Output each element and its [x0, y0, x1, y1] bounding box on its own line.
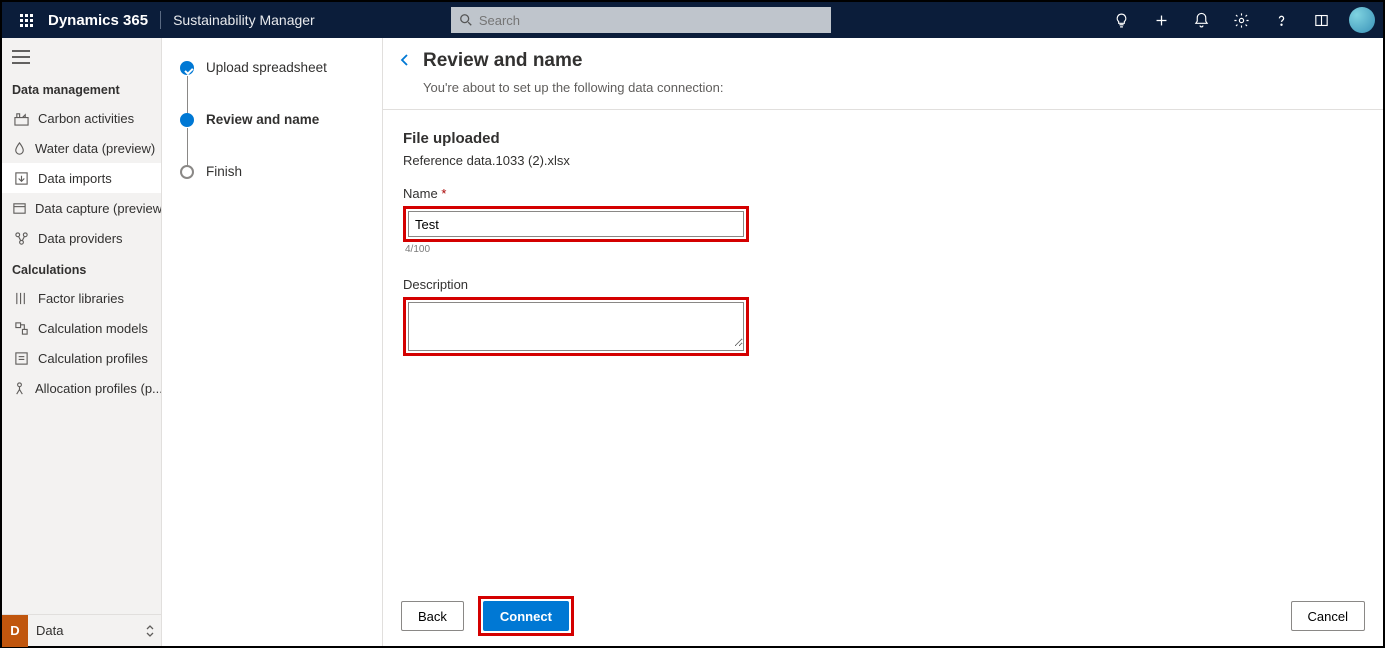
description-field: Description: [403, 277, 1363, 356]
step-label: Upload spreadsheet: [206, 60, 327, 75]
sidebar-item-water-data[interactable]: Water data (preview): [2, 133, 161, 163]
area-switcher[interactable]: D Data: [2, 614, 161, 646]
step-dot-current-icon: [180, 113, 194, 127]
back-arrow-icon[interactable]: [397, 52, 413, 71]
brand-name: Dynamics 365: [48, 12, 148, 29]
sidebar-item-label: Data capture (preview): [35, 201, 161, 216]
allocation-icon: [12, 381, 27, 396]
step-review-and-name[interactable]: Review and name: [180, 112, 366, 164]
step-dot-done-icon: [180, 61, 194, 75]
search-icon: [459, 13, 473, 27]
panel-icon[interactable]: [1303, 2, 1339, 38]
sidebar-item-label: Allocation profiles (p...: [35, 381, 161, 396]
sidebar: Data management Carbon activities Water …: [2, 38, 162, 646]
description-highlight: [403, 297, 749, 356]
gear-icon[interactable]: [1223, 2, 1259, 38]
page-subtitle: You're about to set up the following dat…: [397, 80, 1363, 95]
library-icon: [12, 291, 30, 306]
uploaded-filename: Reference data.1033 (2).xlsx: [403, 153, 1363, 168]
form-area: File uploaded Reference data.1033 (2).xl…: [383, 110, 1383, 398]
sidebar-item-data-providers[interactable]: Data providers: [2, 223, 161, 253]
sidebar-item-data-imports[interactable]: Data imports: [2, 163, 161, 193]
sidebar-item-label: Water data (preview): [35, 141, 155, 156]
nav-group-calculations: Calculations: [2, 253, 161, 283]
add-icon[interactable]: [1143, 2, 1179, 38]
sidebar-item-calc-models[interactable]: Calculation models: [2, 313, 161, 343]
page-title: Review and name: [423, 50, 582, 72]
name-highlight: [403, 206, 749, 242]
sidebar-item-carbon-activities[interactable]: Carbon activities: [2, 103, 161, 133]
step-label: Finish: [206, 164, 242, 179]
footer: Back Connect Cancel: [383, 586, 1383, 646]
sidebar-item-label: Data imports: [38, 171, 112, 186]
sidebar-item-label: Factor libraries: [38, 291, 124, 306]
nav-group-data-management: Data management: [2, 73, 161, 103]
description-input[interactable]: [409, 303, 743, 347]
area-name: Data: [28, 623, 145, 638]
topbar: Dynamics 365 Sustainability Manager: [2, 2, 1383, 38]
profile-icon: [12, 351, 30, 366]
connect-highlight: Connect: [478, 596, 574, 636]
providers-icon: [12, 231, 30, 246]
name-label: Name *: [403, 186, 1363, 201]
step-dot-pending-icon: [180, 165, 194, 179]
water-icon: [12, 141, 27, 156]
sidebar-item-label: Calculation profiles: [38, 351, 148, 366]
help-icon[interactable]: [1263, 2, 1299, 38]
module-name: Sustainability Manager: [173, 12, 315, 28]
description-label: Description: [403, 277, 1363, 292]
name-input[interactable]: [409, 212, 743, 236]
sidebar-item-factor-libraries[interactable]: Factor libraries: [2, 283, 161, 313]
hamburger-icon[interactable]: [2, 44, 161, 73]
search-input[interactable]: [479, 13, 823, 28]
sidebar-item-allocation-profiles[interactable]: Allocation profiles (p...: [2, 373, 161, 403]
capture-icon: [12, 201, 27, 216]
name-field: Name * 4/100: [403, 186, 1363, 255]
back-button[interactable]: Back: [401, 601, 464, 631]
sidebar-item-data-capture[interactable]: Data capture (preview): [2, 193, 161, 223]
top-icons: [1103, 2, 1375, 38]
bell-icon[interactable]: [1183, 2, 1219, 38]
app-launcher-icon[interactable]: [10, 4, 42, 36]
cancel-button[interactable]: Cancel: [1291, 601, 1365, 631]
name-char-count: 4/100: [403, 244, 1363, 255]
factory-icon: [12, 111, 30, 126]
chevron-updown-icon: [145, 625, 161, 637]
avatar[interactable]: [1349, 7, 1375, 33]
model-icon: [12, 321, 30, 336]
divider: [160, 11, 161, 29]
main-header: Review and name You're about to set up t…: [383, 38, 1383, 110]
global-search[interactable]: [451, 7, 831, 33]
file-uploaded-heading: File uploaded: [403, 130, 1363, 147]
sidebar-item-label: Calculation models: [38, 321, 148, 336]
sidebar-item-calc-profiles[interactable]: Calculation profiles: [2, 343, 161, 373]
stepper: Upload spreadsheet Review and name Finis…: [162, 38, 382, 646]
import-icon: [12, 171, 30, 186]
step-upload-spreadsheet[interactable]: Upload spreadsheet: [180, 60, 366, 112]
connect-button[interactable]: Connect: [483, 601, 569, 631]
step-label: Review and name: [206, 112, 319, 127]
sidebar-item-label: Data providers: [38, 231, 123, 246]
step-finish[interactable]: Finish: [180, 164, 366, 179]
sidebar-item-label: Carbon activities: [38, 111, 134, 126]
lightbulb-icon[interactable]: [1103, 2, 1139, 38]
main-content: Review and name You're about to set up t…: [382, 38, 1383, 646]
area-letter: D: [2, 615, 28, 647]
